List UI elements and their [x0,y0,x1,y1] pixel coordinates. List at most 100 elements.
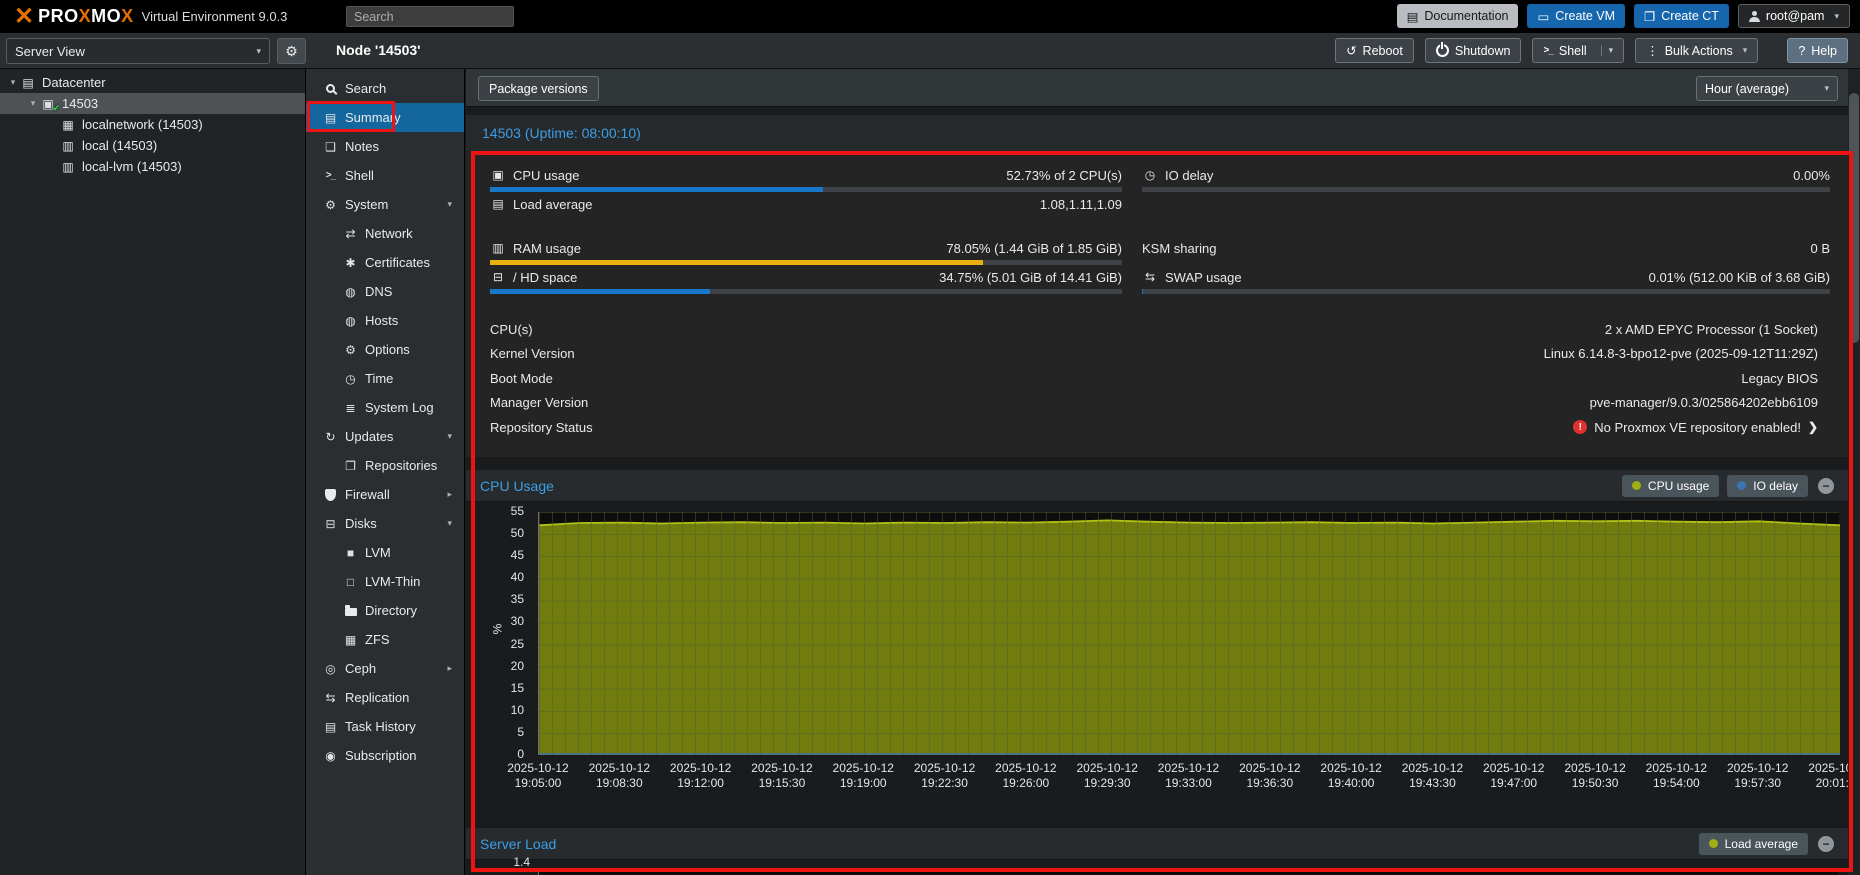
chart-title: Server Load [480,836,556,852]
progress-fill [490,260,983,265]
x-tick-label: 2025-10-1219:57:30 [1727,761,1788,791]
sidebar-item-label: System Log [365,400,434,415]
stat-label-group: KSM sharing [1142,241,1216,256]
sidebar-item-summary[interactable]: ▤Summary [306,103,464,132]
sidebar-item-directory[interactable]: Directory [306,596,464,625]
sidebar-item-disks[interactable]: ⊟Disks▾ [306,509,464,538]
stat-value: 0.01% (512.00 KiB of 3.68 GiB) [1649,270,1830,285]
chevron-down-icon[interactable]: ▾ [6,77,20,88]
monitor-icon: ▭ [1537,9,1549,24]
collapse-icon[interactable]: − [1818,478,1834,494]
shutdown-button[interactable]: Shutdown [1425,38,1522,63]
chevron-right-icon[interactable]: ▸ [447,489,452,500]
sidebar-item-system[interactable]: ⚙System▾ [306,190,464,219]
search-input[interactable] [346,6,514,27]
chevron-down-icon[interactable]: ▾ [26,98,40,109]
tree-item-local-lvm-14503[interactable]: ▥local-lvm (14503) [0,156,305,177]
info-label: Repository Status [490,420,593,435]
sidebar-item-dns[interactable]: ◍DNS [306,277,464,306]
sidebar-item-search[interactable]: Search [306,74,464,103]
progress-bar [490,187,1122,192]
stat-value: 52.73% of 2 CPU(s) [1006,168,1122,183]
reboot-button[interactable]: ↺Reboot [1335,38,1414,63]
sidebar-item-network[interactable]: ⇄Network [306,219,464,248]
progress-fill [1142,289,1143,294]
info-value: Linux 6.14.8-3-bpo12-pve (2025-09-12T11:… [1544,346,1818,361]
legend-toggle-load-average[interactable]: Load average [1699,833,1808,855]
tasks-icon: ▤ [322,720,339,734]
sidebar-item-lvm[interactable]: ■LVM [306,538,464,567]
proxmox-logo-icon: ✕ [14,5,34,29]
chart-legend: Load average [1699,833,1808,855]
progress-bar [490,289,1122,294]
sidebar-item-lvm-thin[interactable]: □LVM-Thin [306,567,464,596]
shell-button[interactable]: >_Shell▾ [1532,38,1624,63]
sidebar-item-subscription[interactable]: ◉Subscription [306,741,464,770]
sidebar-item-label: Task History [345,719,416,734]
gear-icon: ⚙ [285,43,298,60]
chevron-right-icon[interactable]: ❯ [1808,420,1818,434]
sidebar-item-task-history[interactable]: ▤ Task History [306,712,464,741]
progress-bar [1142,187,1830,192]
sidebar-item-updates[interactable]: ↻Updates▾ [306,422,464,451]
refresh-icon: ↻ [322,430,339,444]
user-menu-button[interactable]: root@pam▾ [1738,4,1850,28]
chevron-down-icon[interactable]: ▾ [447,431,452,442]
sidebar-item-system-log[interactable]: ≣System Log [306,393,464,422]
help-button[interactable]: ?Help [1787,38,1848,63]
tree-item-datacenter[interactable]: ▾▤Datacenter [0,72,305,93]
sidebar-item-replication[interactable]: ⇆Replication [306,683,464,712]
legend-toggle-cpu-usage[interactable]: CPU usage [1622,475,1719,497]
scrollbar-thumb[interactable] [1849,93,1859,343]
cpu-icon: ▣ [490,168,506,182]
chevron-right-icon[interactable]: ▸ [447,663,452,674]
sidebar-item-hosts[interactable]: ◍Hosts [306,306,464,335]
legend-label: IO delay [1753,479,1798,493]
folder-icon [345,608,357,616]
sidebar-item-options[interactable]: ⚙Options [306,335,464,364]
x-tick-label: 2025-10-1219:22:30 [914,761,975,791]
time-range-select[interactable]: Hour (average)▾ [1696,76,1838,101]
sidebar-item-shell[interactable]: >_Shell [306,161,464,190]
view-select[interactable]: Server View▾ [6,38,270,64]
tree-item-14503[interactable]: ▾▣✔14503 [0,93,305,114]
x-tick-date: 2025-10-12 [914,761,975,776]
summary-panel-title: 14503 (Uptime: 08:00:10) [466,115,1848,151]
sidebar-item-firewall[interactable]: Firewall▸ [306,480,464,509]
y-tick-label: 40 [484,570,524,584]
kebab-icon: ⋮ [1646,43,1659,58]
info-value-text: Linux 6.14.8-3-bpo12-pve (2025-09-12T11:… [1544,346,1818,361]
chevron-down-icon[interactable]: ▾ [447,518,452,529]
x-tick-date: 2025-10-12 [1320,761,1381,776]
bulk-actions-button[interactable]: ⋮Bulk Actions▾ [1635,38,1758,63]
collapse-icon[interactable]: − [1818,836,1834,852]
globe-icon: ◍ [342,314,359,328]
x-tick-date: 2025-10-12 [1239,761,1300,776]
sidebar-item-certificates[interactable]: ✱Certificates [306,248,464,277]
x-tick-label: 2025-10-1219:29:30 [1076,761,1137,791]
x-tick-date: 2025-10-12 [1402,761,1463,776]
tree-item-localnetwork-14503[interactable]: ▦localnetwork (14503) [0,114,305,135]
info-row-manager-version: Manager Versionpve-manager/9.0.3/0258642… [490,391,1818,416]
legend-toggle-io-delay[interactable]: IO delay [1727,475,1808,497]
tree-item-local-14503[interactable]: ▥local (14503) [0,135,305,156]
sidebar-item-repositories[interactable]: ❐Repositories [306,451,464,480]
create-vm-button[interactable]: ▭Create VM [1527,4,1625,28]
chevron-down-icon[interactable]: ▾ [1601,45,1614,56]
create-ct-button[interactable]: ❒Create CT [1634,4,1729,28]
sidebar-item-label: Summary [345,110,401,125]
gear-button[interactable]: ⚙ [277,38,306,64]
sidebar-item-notes[interactable]: ❑Notes [306,132,464,161]
sidebar-item-ceph[interactable]: ◎Ceph▸ [306,654,464,683]
sidebar-item-zfs[interactable]: ▦ZFS [306,625,464,654]
sidebar-item-time[interactable]: ◷Time [306,364,464,393]
stat-label: KSM sharing [1142,241,1216,256]
content-toolbar: Package versions Hour (average)▾ [466,69,1848,107]
chevron-down-icon[interactable]: ▾ [447,199,452,210]
package-versions-button[interactable]: Package versions [478,76,599,101]
y-tick-label: 50 [484,526,524,540]
vertical-scrollbar[interactable] [1848,69,1860,875]
copy-icon: ❐ [342,459,359,473]
documentation-button[interactable]: ▤Documentation [1397,4,1519,28]
resource-tree-panel: ▾▤Datacenter▾▣✔14503▦localnetwork (14503… [0,69,306,875]
